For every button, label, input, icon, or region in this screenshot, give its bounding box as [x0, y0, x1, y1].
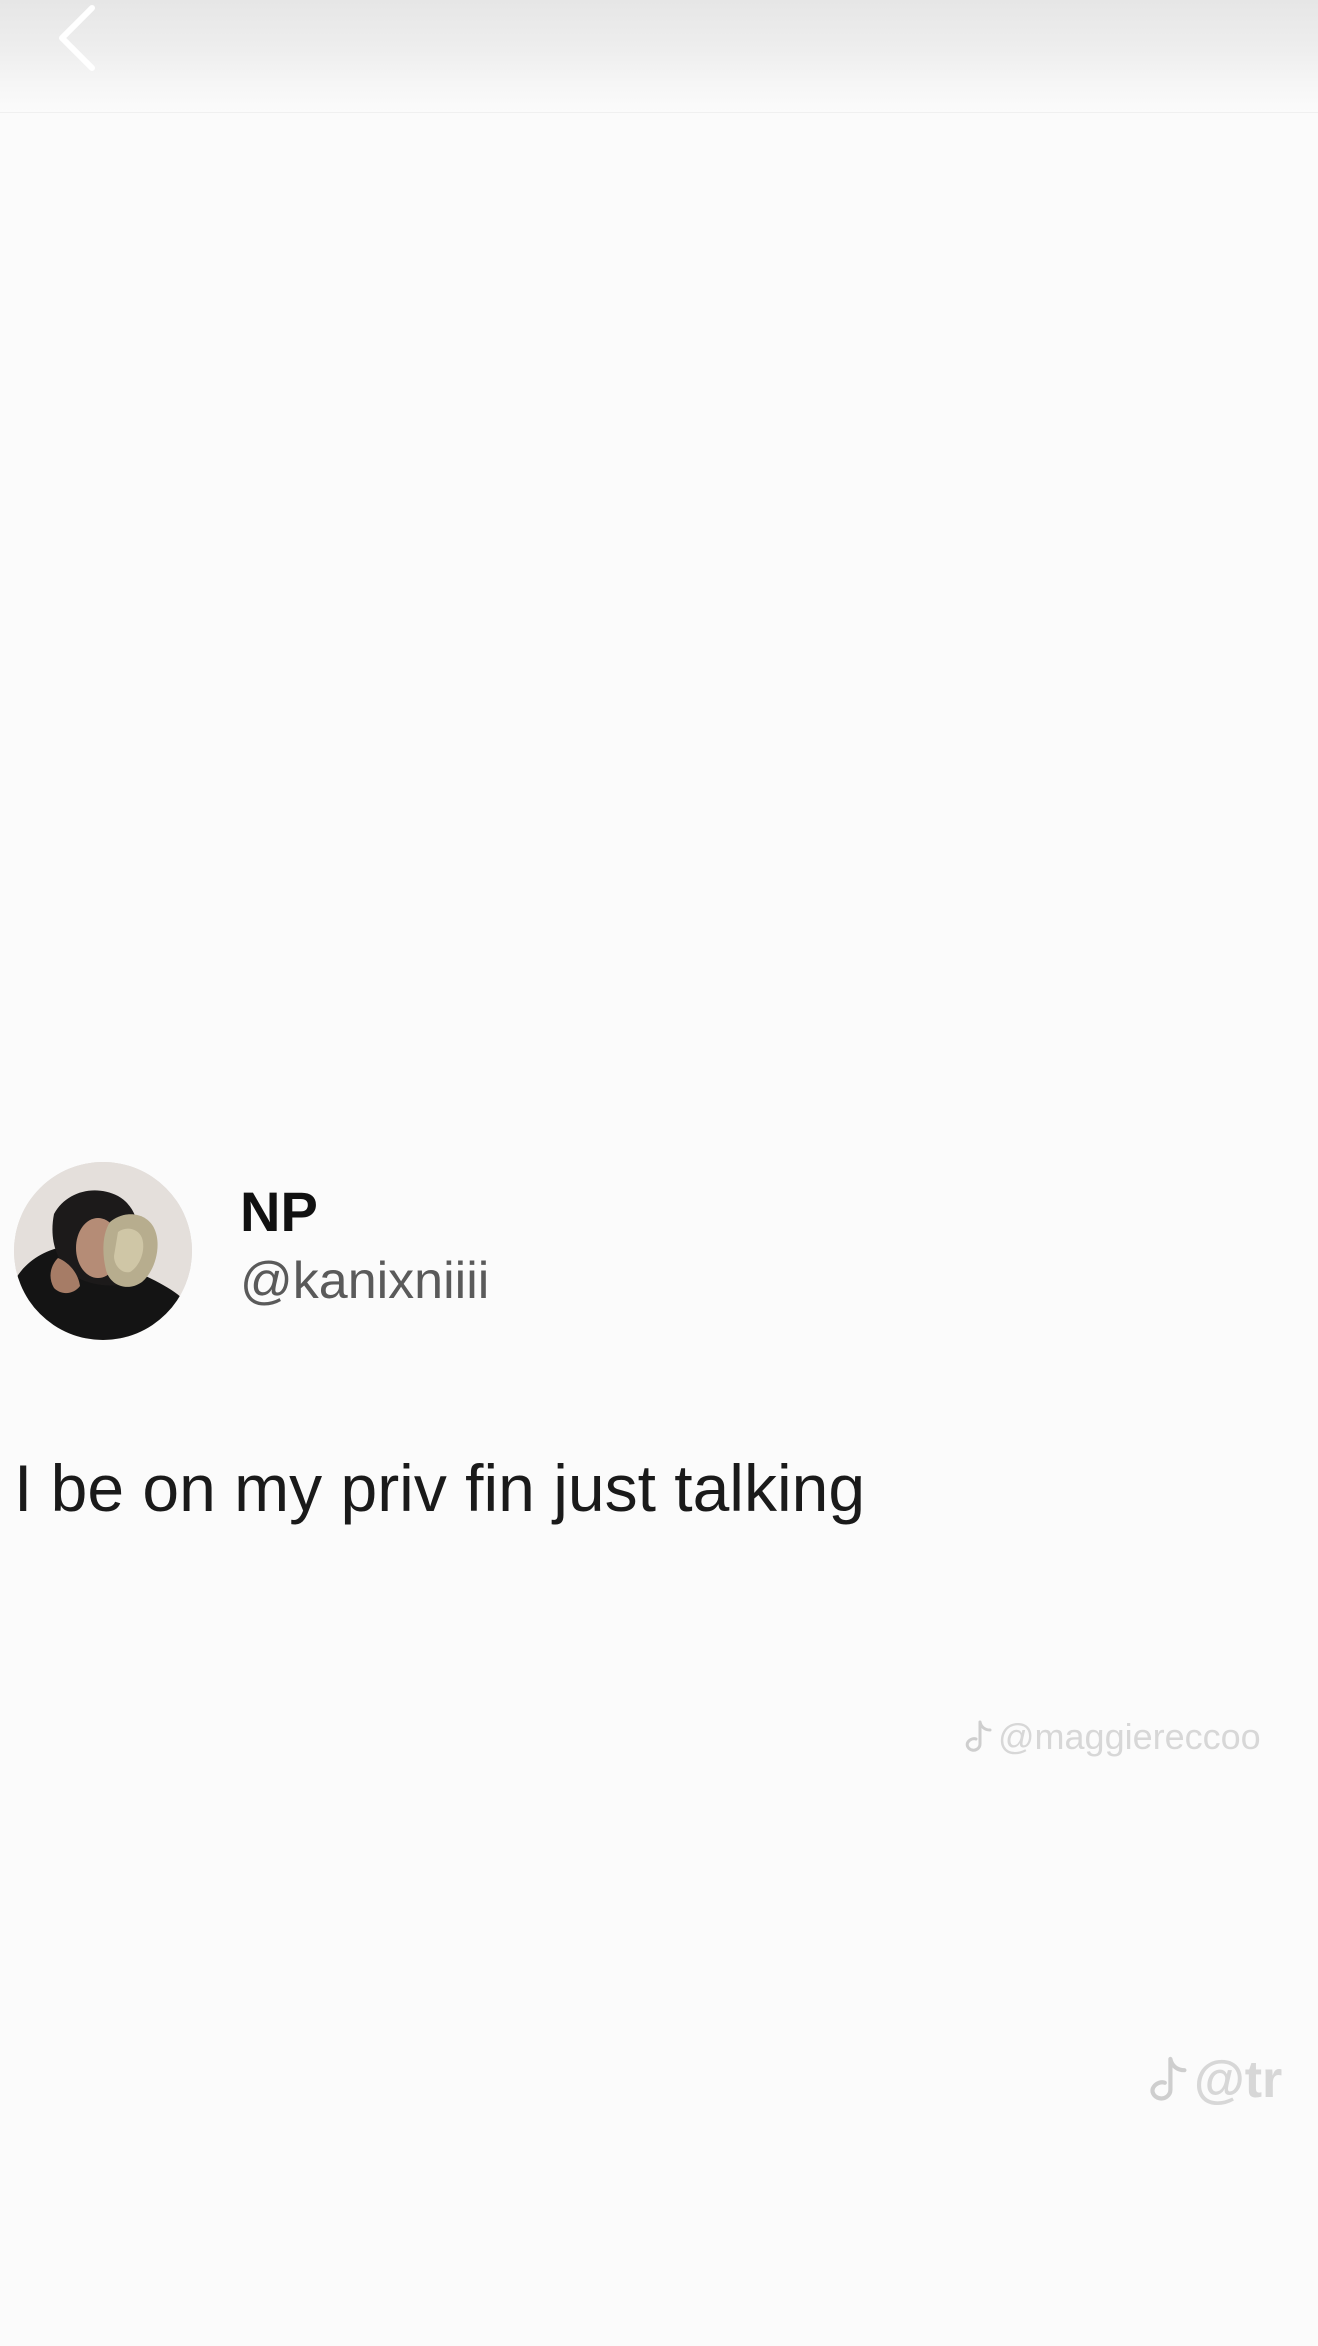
user-handle[interactable]: @kanixniiii	[240, 1250, 489, 1312]
tweet-header: NP @kanixniiii	[14, 1162, 489, 1340]
profile-photo	[14, 1162, 192, 1340]
tiktok-watermark: @maggiereccoo	[964, 1716, 1261, 1758]
tiktok-icon	[1150, 2056, 1187, 2101]
tweet-author: NP @kanixniiii	[240, 1180, 489, 1312]
display-name[interactable]: NP	[240, 1180, 489, 1244]
tiktok-icon	[965, 1720, 992, 1752]
avatar[interactable]	[14, 1162, 192, 1340]
back-button[interactable]	[36, 0, 116, 76]
top-bar	[0, 0, 1318, 113]
chevron-left-icon	[59, 5, 95, 71]
watermark-text: @maggiereccoo	[998, 1716, 1261, 1757]
tweet-text: I be on my priv fin just talking	[14, 1451, 866, 1525]
tiktok-watermark: @tr	[1148, 2050, 1282, 2110]
watermark-text: @tr	[1194, 2051, 1283, 2109]
